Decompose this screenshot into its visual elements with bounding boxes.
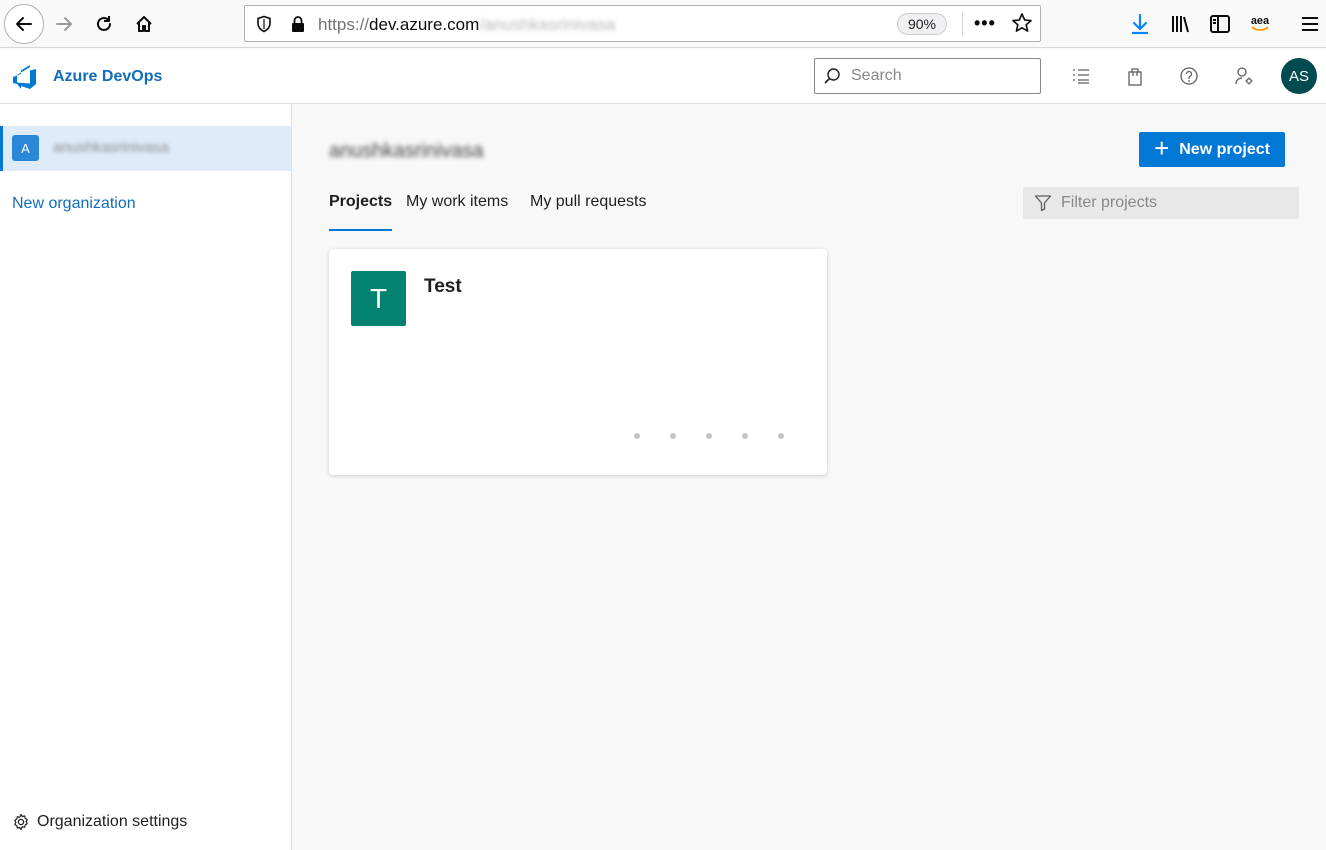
library-icon [1172,16,1189,33]
tab-my-pull-requests[interactable]: My pull requests [530,193,647,231]
tab-projects[interactable]: Projects [329,193,393,231]
organization-settings-link[interactable]: Organization settings [12,813,187,831]
home-icon [136,16,152,32]
app-title[interactable]: Azure DevOps [53,68,162,86]
loading-dot [778,433,784,439]
tab-my-work-items[interactable]: My work items [406,193,508,231]
plus-icon: + [1154,133,1170,163]
hamburger-icon [1302,17,1318,31]
forward-button[interactable] [46,6,82,42]
browser-toolbar: https://dev.azure.com/anushkasrinivasa 9… [0,0,1326,48]
marketplace-button[interactable] [1124,65,1146,87]
page-actions-button[interactable]: ••• [974,13,996,34]
url-bar[interactable]: https://dev.azure.com/anushkasrinivasa 9… [244,5,1041,42]
loading-dot [706,433,712,439]
arrow-right-icon [56,17,72,31]
gear-icon [14,813,28,831]
sidebar-icon [1210,15,1230,33]
shopping-bag-icon [1128,68,1142,86]
search-icon [824,68,840,84]
azure-devops-logo-icon[interactable] [12,64,38,90]
star-icon[interactable] [1011,12,1033,34]
filter-box[interactable] [1023,187,1299,219]
home-button[interactable] [126,6,162,42]
url-domain: dev.azure.com [369,15,480,34]
sidebar-toggle-button[interactable] [1208,12,1232,36]
filter-projects-input[interactable] [1061,192,1291,214]
new-project-button[interactable]: + New project [1139,132,1285,167]
new-project-label: New project [1179,140,1270,158]
url-divider [962,12,963,36]
sidebar-item-organization[interactable]: A anushkasrinivasa [0,126,291,171]
project-loading-dots [634,433,794,441]
lock-icon[interactable] [289,15,307,33]
organization-settings-label: Organization settings [37,813,188,830]
extension-label: aea [1250,15,1270,27]
app-header: Azure DevOps AS [0,49,1326,104]
project-name[interactable]: Test [424,276,462,298]
search-input[interactable] [851,65,1031,87]
url-path: /anushkasrinivasa [479,15,616,34]
help-button[interactable] [1178,65,1200,87]
smile-icon [1251,26,1269,31]
loading-dot [670,433,676,439]
user-settings-icon [1235,67,1253,85]
search-box[interactable] [814,58,1041,94]
download-icon [1132,13,1148,35]
downloads-button[interactable] [1128,12,1152,36]
sidebar: A anushkasrinivasa New organization Orga… [0,104,292,850]
back-button[interactable] [4,4,44,44]
new-organization-link[interactable]: New organization [12,195,136,213]
filter-icon [1034,195,1052,212]
checklist-icon [1073,69,1089,84]
loading-dot [742,433,748,439]
reload-button[interactable] [86,6,122,42]
org-avatar: A [12,135,39,161]
url-text[interactable]: https://dev.azure.com/anushkasrinivasa [318,15,615,35]
project-card[interactable]: T Test [329,249,827,475]
menu-button[interactable] [1298,12,1322,36]
page-title: anushkasrinivasa [329,140,484,162]
project-avatar: T [351,271,406,326]
help-icon [1180,67,1198,85]
loading-dot [634,433,640,439]
work-items-button[interactable] [1070,65,1092,87]
user-avatar[interactable]: AS [1281,58,1317,94]
shield-icon[interactable] [255,15,273,33]
url-protocol: https:// [318,15,370,34]
arrow-left-icon [16,17,32,31]
zoom-badge[interactable]: 90% [897,13,947,35]
library-button[interactable] [1168,12,1192,36]
user-settings-button[interactable] [1233,65,1255,87]
reload-icon [97,16,111,31]
amazon-extension-button[interactable]: aea [1248,12,1272,36]
org-name: anushkasrinivasa [53,139,169,156]
